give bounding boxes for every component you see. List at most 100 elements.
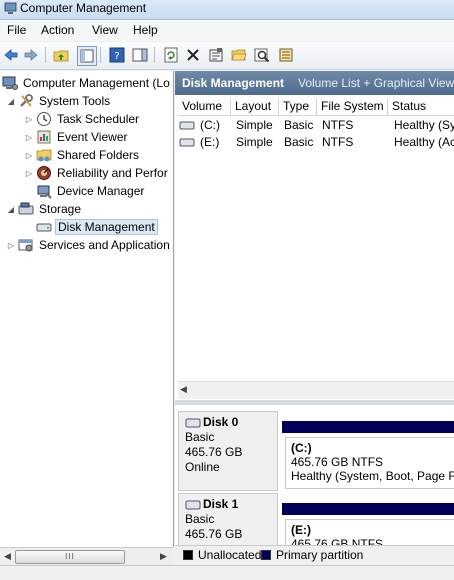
tree-label: Computer Management (Lo <box>23 76 170 90</box>
event-viewer-icon <box>36 129 52 145</box>
menu-file[interactable]: File <box>7 23 26 37</box>
title-bar: Computer Management <box>0 0 454 20</box>
menu-bar: File Action View Help <box>0 20 454 41</box>
column-file-system[interactable]: File System <box>317 98 388 115</box>
expand-arrow-icon[interactable]: ▷ <box>6 241 16 250</box>
column-volume[interactable]: Volume <box>178 98 231 115</box>
tree-item-services-applications[interactable]: ▷ Services and Application <box>6 236 172 254</box>
tree-item-event-viewer[interactable]: ▷ Event Viewer <box>24 128 129 146</box>
disk-row[interactable]: Disk 0 Basic 465.76 GB Online (C:) 465.7… <box>178 411 454 491</box>
window-title: Computer Management <box>20 1 147 15</box>
column-status[interactable]: Status <box>388 98 454 115</box>
services-icon <box>18 237 34 253</box>
collapse-arrow-icon[interactable]: ◢ <box>6 205 16 214</box>
disk-info[interactable]: Disk 1 Basic 465.76 GB <box>178 493 278 545</box>
delete-icon[interactable] <box>184 46 202 64</box>
menu-view[interactable]: View <box>92 23 118 37</box>
help-icon[interactable]: ? <box>108 46 126 64</box>
properties-icon[interactable] <box>207 46 225 64</box>
tree-item-system-tools[interactable]: ◢ System Tools <box>6 92 112 110</box>
tree-item-reliability-performance[interactable]: ▷ Reliability and Perfor <box>24 164 170 182</box>
tools-icon <box>18 93 34 109</box>
expand-arrow-icon[interactable]: ▷ <box>24 151 34 160</box>
cell-layout: Simple <box>236 118 273 132</box>
show-action-pane-icon[interactable] <box>131 46 149 64</box>
drive-icon <box>179 138 195 147</box>
expand-arrow-icon[interactable]: ▷ <box>24 133 34 142</box>
scroll-right-icon[interactable]: ▶ <box>157 550 170 563</box>
partition-label: (C:) <box>291 441 312 455</box>
graphical-disk-view: Disk 0 Basic 465.76 GB Online (C:) 465.7… <box>175 405 454 545</box>
performance-icon <box>36 165 52 181</box>
tree-label: Device Manager <box>57 184 145 198</box>
disk-icon <box>36 219 52 235</box>
cell-status: Healthy (Sy <box>394 118 454 132</box>
toolbar-separator <box>154 47 155 63</box>
show-hide-tree-icon[interactable] <box>77 46 97 66</box>
tree-item-computer-management[interactable]: Computer Management (Lo <box>2 74 172 92</box>
toolbar: ? <box>0 42 454 70</box>
legend-label-unallocated: Unallocated <box>198 548 262 562</box>
collapse-arrow-icon[interactable]: ◢ <box>6 97 16 106</box>
disk-name: Disk 1 <box>185 497 271 512</box>
disk-size: 465.76 GB <box>185 445 243 459</box>
tree-item-device-manager[interactable]: Device Manager <box>36 182 146 200</box>
refresh-icon[interactable] <box>162 46 180 64</box>
tree-item-disk-management[interactable]: Disk Management <box>36 218 158 236</box>
column-type[interactable]: Type <box>279 98 317 115</box>
table-row[interactable]: (C:) Simple Basic NTFS Healthy (Sy <box>178 117 454 134</box>
cell-volume: (E:) <box>200 135 220 149</box>
table-row[interactable]: (E:) Simple Basic NTFS Healthy (Ac <box>178 134 454 151</box>
disk-kind: Basic <box>185 512 215 526</box>
cell-layout: Simple <box>236 135 273 149</box>
partition-box[interactable]: (E:) 465.76 GB NTFS <box>285 519 454 545</box>
disk-size: 465.76 GB <box>185 527 243 541</box>
forward-icon[interactable] <box>22 46 40 64</box>
tree-item-shared-folders[interactable]: ▷ Shared Folders <box>24 146 141 164</box>
disk-icon <box>185 418 201 427</box>
up-folder-icon[interactable] <box>52 46 70 64</box>
open-icon[interactable] <box>230 46 248 64</box>
export-icon[interactable] <box>277 46 295 64</box>
legend-label-primary: Primary partition <box>276 548 364 562</box>
expand-arrow-icon[interactable]: ▷ <box>24 169 34 178</box>
tree-item-storage[interactable]: ◢ Storage <box>6 200 83 218</box>
menu-help[interactable]: Help <box>133 23 158 37</box>
tree-item-task-scheduler[interactable]: ▷ Task Scheduler <box>24 110 141 128</box>
partition-size: 465.76 GB NTFS <box>291 455 384 469</box>
partition-c[interactable]: (C:) 465.76 GB NTFS Healthy (System, Boo… <box>282 411 454 491</box>
status-bar <box>0 565 454 580</box>
svg-text:?: ? <box>114 51 119 62</box>
panel-title: Disk Management <box>182 76 285 90</box>
panel-header: Disk Management Volume List + Graphical … <box>175 71 454 95</box>
disk-row[interactable]: Disk 1 Basic 465.76 GB (E:) 465.76 GB NT… <box>178 493 454 545</box>
tree-label: Shared Folders <box>57 148 140 162</box>
disk-state: Online <box>185 460 220 474</box>
disk-management-pane: Disk Management Volume List + Graphical … <box>175 71 454 564</box>
tree-label: Task Scheduler <box>57 112 140 126</box>
disk-name: Disk 0 <box>185 415 271 430</box>
expand-arrow-icon[interactable]: ▷ <box>24 115 34 124</box>
search-icon[interactable] <box>253 46 271 64</box>
tree-label: System Tools <box>39 94 111 108</box>
menu-action[interactable]: Action <box>41 23 74 37</box>
volume-list-horizontal-scrollbar[interactable]: ◀ <box>178 381 454 399</box>
tree-horizontal-scrollbar[interactable]: ◀ III ▶ <box>0 547 173 565</box>
scroll-thumb[interactable]: III <box>15 550 125 564</box>
scroll-left-icon[interactable]: ◀ <box>180 384 187 395</box>
cell-type: Basic <box>284 118 314 132</box>
volume-list-header: Volume Layout Type File System Status <box>178 98 454 116</box>
partition-box[interactable]: (C:) 465.76 GB NTFS Healthy (System, Boo… <box>285 437 454 489</box>
partition-e[interactable]: (E:) 465.76 GB NTFS <box>282 493 454 545</box>
back-icon[interactable] <box>2 46 20 64</box>
disk-info[interactable]: Disk 0 Basic 465.76 GB Online <box>178 411 278 491</box>
toolbar-separator <box>45 47 46 63</box>
cell-volume: (C:) <box>200 118 220 132</box>
tree-label: Reliability and Perfor <box>57 166 168 180</box>
column-layout[interactable]: Layout <box>231 98 279 115</box>
scroll-left-icon[interactable]: ◀ <box>1 550 14 563</box>
computer-management-icon <box>2 75 18 91</box>
navigation-tree: Computer Management (Lo ◢ System Tools ▷… <box>0 71 174 547</box>
computer-management-icon <box>4 2 17 14</box>
disk-icon <box>185 500 201 509</box>
